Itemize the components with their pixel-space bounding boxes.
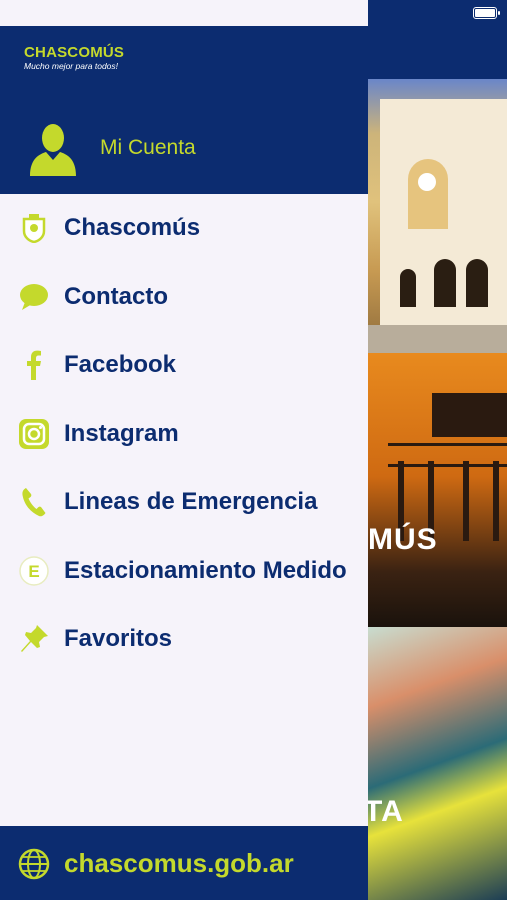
menu-item-label: Lineas de Emergencia — [64, 488, 318, 516]
pin-icon — [18, 623, 50, 655]
website-link[interactable]: chascomus.gob.ar — [0, 826, 368, 900]
chat-bubble-icon — [18, 281, 50, 313]
photo-card-city-hall[interactable] — [368, 79, 507, 353]
logo-subtitle: Mucho mejor para todos! — [24, 61, 119, 71]
menu-item-facebook[interactable]: Facebook — [0, 331, 368, 400]
menu-item-lineas-emergencia[interactable]: Lineas de Emergencia — [0, 468, 368, 537]
photo-card-label: MÚS — [368, 523, 438, 556]
drawer-header: CHASCOMÚS Mucho mejor para todos! Mi Cue… — [0, 26, 368, 194]
facebook-icon — [18, 349, 50, 381]
navigation-drawer: CHASCOMÚS Mucho mejor para todos! Mi Cue… — [0, 0, 368, 900]
website-label: chascomus.gob.ar — [64, 848, 294, 878]
menu-item-instagram[interactable]: Instagram — [0, 400, 368, 469]
photo-card-chascomus[interactable]: MÚS — [368, 353, 507, 627]
e-circle-icon: E — [18, 555, 50, 587]
phone-icon — [18, 486, 50, 518]
menu-item-label: Contacto — [64, 282, 168, 310]
building-image — [380, 99, 507, 329]
drawer-menu: Chascomús Contacto Facebook Instagram Li… — [0, 194, 368, 674]
logo-title: CHASCOMÚS — [24, 44, 125, 61]
account-button[interactable]: Mi Cuenta — [28, 120, 196, 176]
instagram-icon — [18, 418, 50, 450]
menu-item-contacto[interactable]: Contacto — [0, 263, 368, 332]
status-bar-left — [0, 0, 368, 26]
photo-card-label: TA — [368, 795, 404, 828]
pier-image — [432, 393, 507, 437]
menu-item-label: Instagram — [64, 419, 179, 447]
menu-item-estacionamiento[interactable]: E Estacionamiento Medido — [0, 537, 368, 606]
battery-icon — [473, 7, 500, 19]
globe-icon — [18, 848, 50, 880]
photo-card-event[interactable]: TA — [368, 627, 507, 900]
svg-text:E: E — [28, 562, 39, 581]
menu-item-label: Facebook — [64, 351, 177, 379]
user-silhouette-icon — [30, 124, 76, 176]
menu-item-favoritos[interactable]: Favoritos — [0, 605, 368, 674]
menu-item-chascomus[interactable]: Chascomús — [0, 194, 368, 263]
menu-item-label: Chascomús — [64, 214, 201, 242]
menu-item-label: Favoritos — [64, 625, 173, 653]
crest-icon — [18, 212, 50, 244]
account-label: Mi Cuenta — [100, 136, 196, 159]
menu-item-label: Estacionamiento Medido — [64, 556, 347, 584]
brand-logo: CHASCOMÚS Mucho mejor para todos! — [24, 44, 124, 71]
